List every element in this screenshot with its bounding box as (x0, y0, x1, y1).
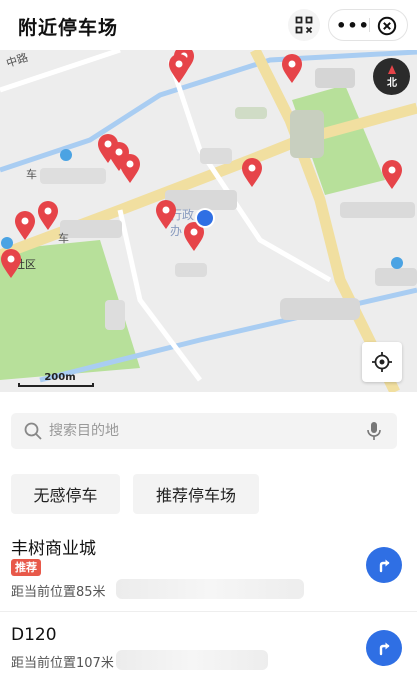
parking-lot-name: D120 (11, 625, 57, 645)
scale-bar (18, 383, 94, 387)
map-label: 车 (26, 168, 37, 181)
map-blur (200, 148, 232, 164)
compass-button[interactable]: 北 (373, 58, 410, 95)
map-blur (315, 68, 355, 88)
parking-lot-distance: 距当前位置85米 (11, 585, 106, 600)
parking-lot-item[interactable]: D120 距当前位置107米 (0, 612, 417, 685)
more-button[interactable]: ••• (336, 10, 369, 40)
parking-pin[interactable] (241, 158, 263, 188)
compass-icon: 北 (387, 64, 397, 89)
redacted-address (116, 650, 268, 670)
map-scale: 200m (18, 372, 94, 387)
map-blur (280, 298, 360, 320)
navigate-icon (379, 559, 390, 573)
parking-pin[interactable] (281, 54, 303, 84)
map-blur (375, 268, 417, 286)
bottom-panel: 无感停车 推荐停车场 丰树商业城 推荐 距当前位置85米 D120 距当前位置1… (0, 392, 417, 685)
filter-recommended-parking[interactable]: 推荐停车场 (133, 474, 259, 514)
map-blur (60, 220, 122, 238)
search-bar[interactable] (11, 413, 397, 449)
mini-program-capsule: ••• (328, 9, 408, 41)
recommended-badge: 推荐 (11, 559, 41, 576)
navigate-button[interactable] (366, 547, 402, 583)
map-blur (105, 300, 125, 330)
parking-pin[interactable] (119, 154, 141, 184)
compass-label: 北 (387, 76, 397, 89)
microphone-icon[interactable] (365, 421, 383, 441)
parking-lot-item[interactable]: 丰树商业城 推荐 距当前位置85米 (0, 526, 417, 612)
parking-pin[interactable] (168, 54, 190, 84)
map-blur (175, 263, 207, 277)
map-blur (340, 202, 415, 218)
parking-map[interactable]: 中路 车 车 行政 办 社区 北 200m (0, 50, 417, 392)
map-poi-icon (1, 237, 13, 249)
map-poi-icon (60, 149, 72, 161)
map-blur (235, 107, 267, 119)
parking-pin[interactable] (37, 201, 59, 231)
navigate-button[interactable] (366, 630, 402, 666)
parking-pin[interactable] (0, 249, 22, 279)
search-icon (24, 422, 42, 440)
page-title: 附近停车场 (18, 17, 119, 39)
header: 附近停车场 ••• (0, 0, 417, 50)
close-icon (377, 16, 397, 36)
search-input[interactable] (49, 413, 359, 449)
capsule-divider (369, 18, 370, 32)
parking-pin[interactable] (155, 200, 177, 230)
close-button[interactable] (375, 14, 399, 38)
locate-icon (372, 352, 392, 372)
parking-lot-name: 丰树商业城 (11, 539, 96, 559)
map-blur (40, 168, 106, 184)
filter-contactless-parking[interactable]: 无感停车 (11, 474, 120, 514)
parking-pin[interactable] (14, 211, 36, 241)
navigate-icon (379, 642, 390, 656)
locate-button[interactable] (362, 342, 402, 382)
map-poi-icon (391, 257, 403, 269)
parking-pin[interactable] (381, 160, 403, 190)
user-location-marker (195, 208, 215, 228)
map-blur (290, 110, 324, 158)
scan-button[interactable] (288, 9, 320, 41)
scan-icon (295, 16, 313, 34)
scale-label: 200m (44, 372, 76, 383)
map-label: 车 (58, 232, 69, 245)
redacted-address (116, 579, 304, 599)
parking-lot-distance: 距当前位置107米 (11, 656, 114, 671)
